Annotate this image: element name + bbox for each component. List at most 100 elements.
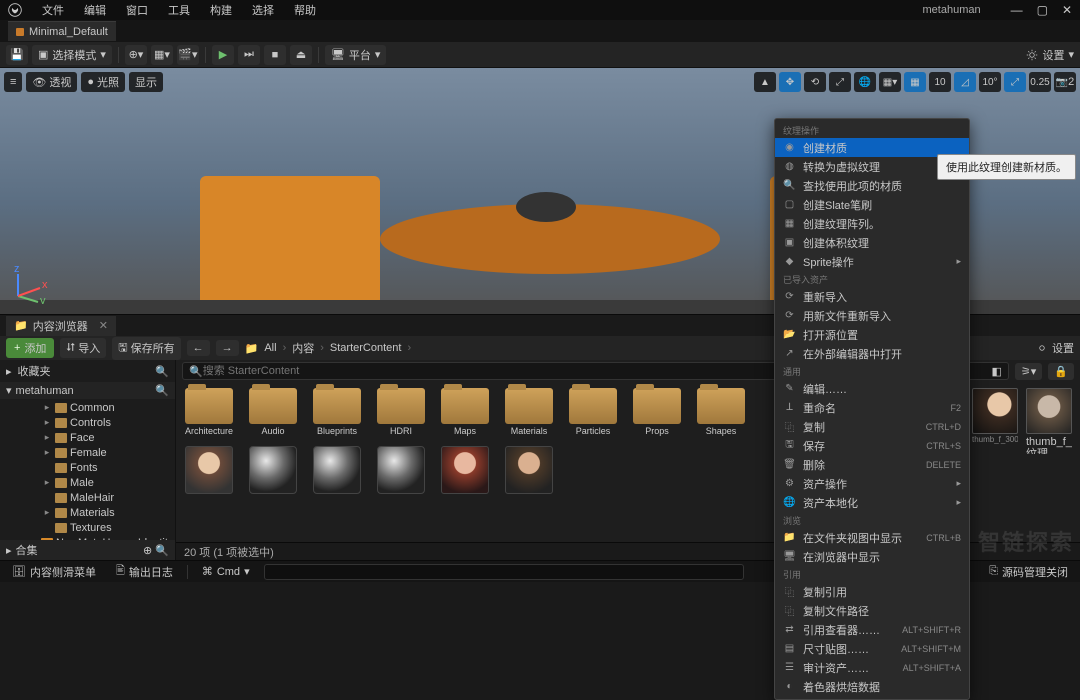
tree-item[interactable]: MaleHair <box>0 490 175 505</box>
cm-slate-brush[interactable]: ▢创建Slate笔刷 <box>775 195 969 214</box>
folder-thumb[interactable]: Materials <box>504 388 554 436</box>
angle-value[interactable]: 10° <box>979 72 1001 92</box>
skip-button[interactable]: ⏭ <box>238 45 260 65</box>
folder-thumb[interactable]: HDRI <box>376 388 426 436</box>
tree-item[interactable]: ▸Female <box>0 445 175 460</box>
marketplace-button[interactable]: ▦▾ <box>151 45 173 65</box>
history-forward-button[interactable]: → <box>216 340 239 356</box>
cm-reimport-new[interactable]: ⟳用新文件重新导入 <box>775 306 969 325</box>
cm-open-external[interactable]: ↗在外部编辑器中打开 <box>775 344 969 363</box>
sidebar-project-root[interactable]: ▾ metahuman🔍 <box>0 382 175 399</box>
eject-button[interactable]: ⏏ <box>290 45 312 65</box>
folder-thumb[interactable]: Audio <box>248 388 298 436</box>
viewport-menu-button[interactable]: ≡ <box>4 72 22 92</box>
cm-asset-local[interactable]: 🌐资产本地化▸ <box>775 493 969 512</box>
source-control-button[interactable]: ⎘ 源码管理关闭 <box>983 562 1074 582</box>
menu-tools[interactable]: 工具 <box>158 0 200 20</box>
cm-show-browser[interactable]: 🖥在浏览器中显示 <box>775 547 969 566</box>
asset-thumb[interactable] <box>440 446 490 494</box>
camera-speed-button[interactable]: 📷 2 <box>1054 72 1076 92</box>
close-tab-icon[interactable]: ✕ <box>99 319 108 332</box>
cm-audit[interactable]: ☰审计资产……ALT+SHIFT+A <box>775 658 969 677</box>
stop-button[interactable]: ■ <box>264 45 286 65</box>
favorites-chevron-icon[interactable]: ▸ <box>6 365 12 378</box>
level-tab[interactable]: Minimal_Default <box>8 21 116 41</box>
add-content-button[interactable]: ⊕▾ <box>125 45 147 65</box>
play-button[interactable]: ▶ <box>212 45 234 65</box>
collections-section[interactable]: ▸ 合集⊕ 🔍 <box>0 540 175 560</box>
tree-item[interactable]: ▸Common <box>0 400 175 415</box>
show-button[interactable]: 显示 <box>129 72 163 92</box>
folder-thumb[interactable]: Maps <box>440 388 490 436</box>
cm-sprite-ops[interactable]: ◆Sprite操作▸ <box>775 252 969 271</box>
cm-size-map[interactable]: ▤尺寸贴图……ALT+SHIFT+M <box>775 639 969 658</box>
folder-thumb[interactable]: Shapes <box>696 388 746 436</box>
tree-item[interactable]: ▸Materials <box>0 505 175 520</box>
tree-item[interactable]: ▸Male <box>0 475 175 490</box>
breadcrumb-folder-icon[interactable]: 📁 <box>245 342 259 355</box>
cm-volume-texture[interactable]: ▣创建体积纹理 <box>775 233 969 252</box>
sequencer-button[interactable]: 🎬▾ <box>177 45 199 65</box>
cm-copy-path[interactable]: ⿻复制文件路径 <box>775 601 969 620</box>
content-settings-button[interactable]: 设置 <box>1036 340 1074 356</box>
settings-button[interactable]: 设置 ▾ <box>1026 47 1074 63</box>
cm-ref-viewer[interactable]: ⇄引用查看器……ALT+SHIFT+R <box>775 620 969 639</box>
scale-value[interactable]: 0.25 <box>1029 72 1051 92</box>
cm-delete[interactable]: 🗑删除DELETE <box>775 455 969 474</box>
folder-thumb[interactable]: Architecture <box>184 388 234 436</box>
angle-snap-button[interactable]: ◿ <box>954 72 976 92</box>
maximize-button[interactable]: ▢ <box>1037 3 1048 17</box>
menu-help[interactable]: 帮助 <box>284 0 326 20</box>
cm-show-folder[interactable]: 📁在文件夹视图中显示CTRL+B <box>775 528 969 547</box>
content-drawer-button[interactable]: 🗄 内容侧滑菜单 <box>6 562 102 582</box>
coord-button[interactable]: 🌐 <box>854 72 876 92</box>
cm-asset-ops[interactable]: ⚙资产操作▸ <box>775 474 969 493</box>
grid-size-button[interactable]: 10 <box>929 72 951 92</box>
asset-thumb[interactable] <box>184 446 234 494</box>
select-mode-button[interactable]: ▣ 选择模式 ▾ <box>32 45 112 65</box>
asset-thumb[interactable]: thumb_f_300_410… <box>972 388 1018 454</box>
select-tool-icon[interactable]: ▲ <box>754 72 776 92</box>
scale-snap-button[interactable]: ⤢ <box>1004 72 1026 92</box>
cm-reimport[interactable]: ⟳重新导入 <box>775 287 969 306</box>
cmd-label[interactable]: ⌘ Cmd ▾ <box>196 563 256 580</box>
close-button[interactable]: ✕ <box>1062 3 1072 17</box>
menu-edit[interactable]: 编辑 <box>74 0 116 20</box>
cm-shader-cook[interactable]: ◐着色器烘焙数据 <box>775 677 969 696</box>
folder-lock-icon[interactable]: 🔒 <box>1048 363 1074 380</box>
tree-item[interactable]: Textures <box>0 520 175 535</box>
lighting-button[interactable]: ● 光照 <box>81 72 125 92</box>
content-browser-tab[interactable]: 📁 内容浏览器 ✕ <box>6 316 116 336</box>
menu-select[interactable]: 选择 <box>242 0 284 20</box>
asset-thumb[interactable] <box>312 446 362 494</box>
cm-texture-array[interactable]: ▦创建纹理阵列。 <box>775 214 969 233</box>
menu-window[interactable]: 窗口 <box>116 0 158 20</box>
asset-thumb[interactable]: thumb_f_300_410…纹理 <box>1026 388 1072 454</box>
favorites-search-icon[interactable]: 🔍 <box>155 365 169 378</box>
rotate-tool-icon[interactable]: ⟲ <box>804 72 826 92</box>
minimize-button[interactable]: — <box>1011 3 1023 17</box>
menu-build[interactable]: 构建 <box>200 0 242 20</box>
cm-rename[interactable]: ꓕ重命名F2 <box>775 398 969 417</box>
scale-tool-icon[interactable]: ⤢ <box>829 72 851 92</box>
breadcrumb-root[interactable]: All <box>264 342 276 354</box>
cm-save[interactable]: 🖫保存CTRL+S <box>775 436 969 455</box>
add-button[interactable]: + 添加 <box>6 338 54 358</box>
breadcrumb-starter[interactable]: StarterContent <box>330 342 402 354</box>
tree-item[interactable]: ▸Face <box>0 430 175 445</box>
menu-file[interactable]: 文件 <box>32 0 74 20</box>
favorites-label[interactable]: 收藏夹 <box>18 363 51 379</box>
asset-thumb[interactable] <box>376 446 426 494</box>
breadcrumb-content[interactable]: 内容 <box>292 340 314 356</box>
tree-item[interactable]: Fonts <box>0 460 175 475</box>
cm-edit[interactable]: ✎编辑…… <box>775 379 969 398</box>
save-icon[interactable]: 💾 <box>6 45 28 65</box>
move-tool-icon[interactable]: ✥ <box>779 72 801 92</box>
asset-thumb[interactable] <box>248 446 298 494</box>
cm-copy-ref[interactable]: ⿻复制引用 <box>775 582 969 601</box>
import-button[interactable]: ⮃ 导入 <box>60 338 106 358</box>
cmd-input[interactable] <box>264 564 744 580</box>
surface-snap-button[interactable]: ▦▾ <box>879 72 901 92</box>
tree-item[interactable]: ▸Controls <box>0 415 175 430</box>
save-all-button[interactable]: 🖫 保存所有 <box>112 337 180 360</box>
